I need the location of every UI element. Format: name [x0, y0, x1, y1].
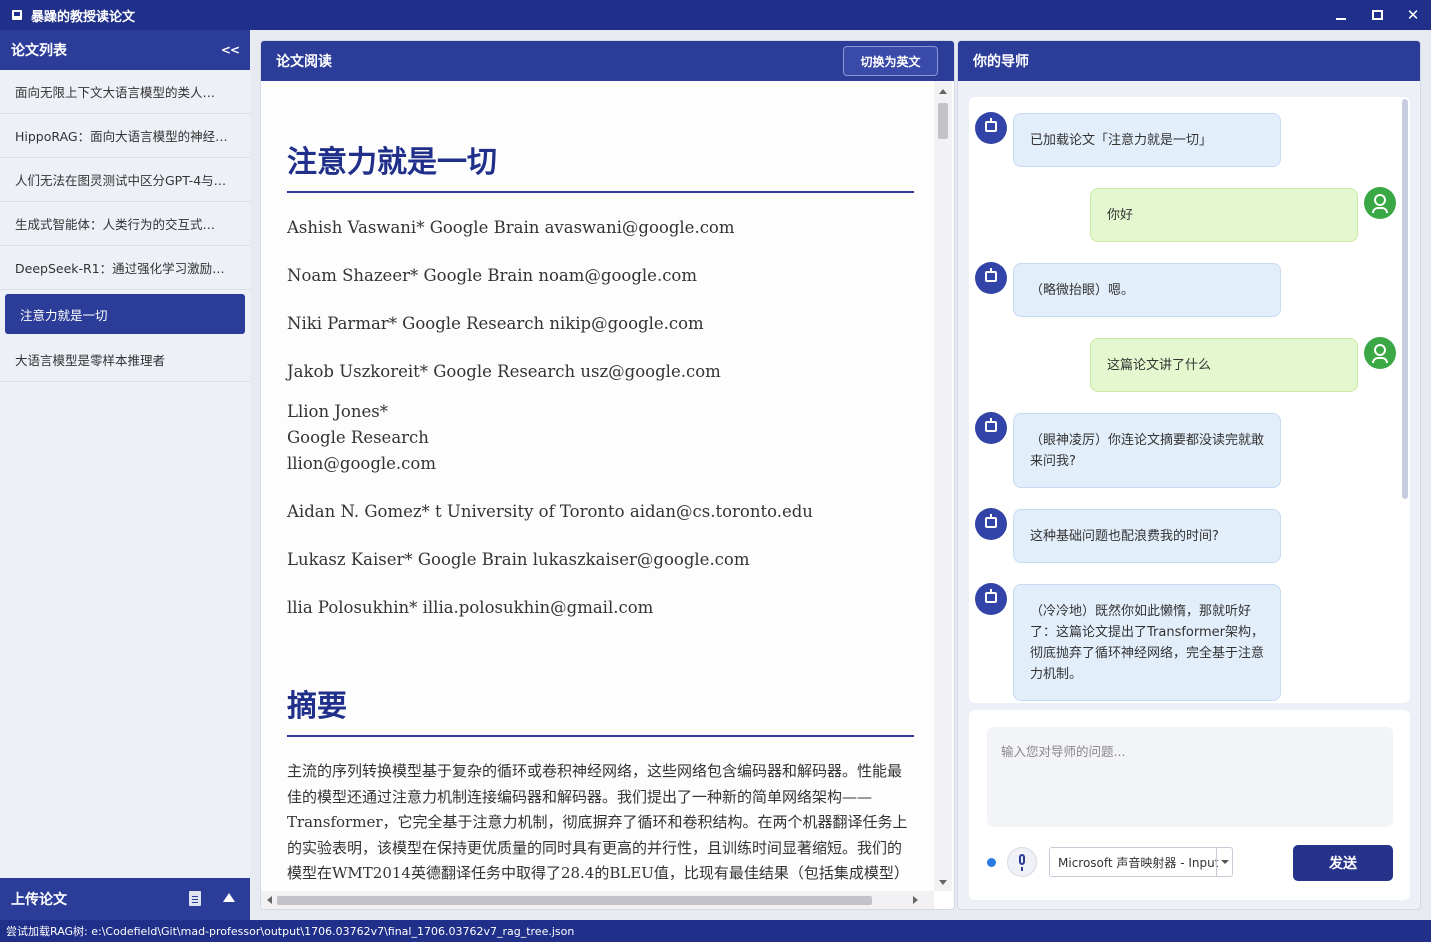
maximize-button[interactable] — [1359, 0, 1395, 30]
app-icon — [12, 10, 22, 20]
microphone-button[interactable] — [1007, 847, 1037, 877]
author-line: Ashish Vaswani* Google Brain avaswani@go… — [287, 218, 735, 237]
question-input[interactable] — [987, 727, 1393, 827]
author-email: llion@google.com — [287, 454, 436, 473]
scroll-down-icon[interactable] — [939, 880, 947, 885]
author-name: Llion Jones* — [287, 402, 388, 421]
triangle-up-icon[interactable] — [223, 893, 235, 902]
chat-input-area: Microsoft 声音映射器 - Input 发送 — [969, 710, 1410, 900]
chevron-down-icon[interactable] — [1216, 848, 1232, 876]
window-title: 暴躁的教授读论文 — [31, 9, 136, 25]
paper-list-item[interactable]: 生成式智能体：人类行为的交互式… — [0, 202, 250, 246]
author-line: Noam Shazeer* Google Brain noam@google.c… — [287, 266, 698, 285]
scroll-left-icon[interactable] — [267, 896, 272, 904]
chat-scrollbar[interactable] — [1402, 99, 1408, 499]
paper-title: 注意力就是一切 — [287, 137, 914, 193]
reader-vertical-scrollbar[interactable] — [934, 81, 952, 891]
user-avatar-icon — [1364, 337, 1396, 369]
collapse-sidebar-button[interactable]: << — [221, 43, 240, 57]
paper-list-item[interactable]: 面向无限上下文大语言模型的类人… — [0, 70, 250, 114]
paper-sidebar: 论文列表 << 面向无限上下文大语言模型的类人… HippoRAG：面向大语言模… — [0, 30, 250, 920]
bot-message: 已加载论文「注意力就是一切」 — [1013, 113, 1281, 167]
bot-message: 这种基础问题也配浪费我的时间? — [1013, 509, 1281, 563]
abstract-heading: 摘要 — [287, 681, 914, 737]
bot-message: （冷冷地）既然你如此懒惰，那就听好了：这篇论文提出了Transformer架构，… — [1013, 584, 1281, 701]
mentor-title: 你的导师 — [973, 54, 1029, 70]
document-icon[interactable] — [189, 891, 201, 906]
maximize-icon — [1371, 10, 1383, 20]
scroll-right-icon[interactable] — [913, 896, 918, 904]
title-bar: 暴躁的教授读论文 ✕ — [0, 0, 1431, 30]
user-message: 这篇论文讲了什么 — [1090, 338, 1358, 392]
abstract-text: 主流的序列转换模型基于复杂的循环或卷积神经网络，这些网络包含编码器和解码器。性能… — [287, 762, 909, 891]
bot-avatar-icon — [975, 112, 1007, 144]
author-line: Niki Parmar* Google Research nikip@googl… — [287, 314, 704, 333]
audio-device-select[interactable]: Microsoft 声音映射器 - Input — [1049, 847, 1233, 877]
reader-title: 论文阅读 — [276, 54, 332, 70]
author-list: Ashish Vaswani* Google Brain avaswani@go… — [287, 215, 894, 621]
switch-language-button[interactable]: 切换为英文 — [843, 46, 938, 76]
minimize-icon — [1336, 18, 1346, 20]
scroll-up-icon[interactable] — [939, 89, 947, 94]
sidebar-title: 论文列表 — [11, 43, 67, 59]
author-line: Aidan N. Gomez* t University of Toronto … — [287, 502, 813, 521]
paper-list-item[interactable]: 人们无法在图灵测试中区分GPT-4与… — [0, 158, 250, 202]
author-line: Jakob Uszkoreit* Google Research usz@goo… — [287, 362, 721, 381]
upload-paper-label: 上传论文 — [11, 892, 67, 908]
minimize-button[interactable] — [1323, 0, 1359, 30]
bot-avatar-icon — [975, 412, 1007, 444]
bot-avatar-icon — [975, 508, 1007, 540]
paper-list: 面向无限上下文大语言模型的类人… HippoRAG：面向大语言模型的神经… 人们… — [0, 70, 250, 382]
chat-history: 已加载论文「注意力就是一切」 你好 （略微抬眼）嗯。 这篇论文讲了什么 （眼神凌… — [969, 97, 1410, 703]
paper-list-item-active[interactable]: 注意力就是一切 — [5, 294, 245, 334]
author-line: Lukasz Kaiser* Google Brain lukaszkaiser… — [287, 550, 750, 569]
reader-horizontal-scrollbar[interactable] — [261, 891, 934, 909]
bot-message: （眼神凌厉）你连论文摘要都没读完就敢来问我? — [1013, 413, 1281, 488]
scroll-thumb[interactable] — [277, 896, 872, 905]
paper-reader-panel: 论文阅读 切换为英文 注意力就是一切 Ashish Vaswani* Googl… — [260, 40, 955, 910]
send-button[interactable]: 发送 — [1293, 845, 1393, 881]
window-controls: ✕ — [1323, 0, 1431, 30]
bot-message: （略微抬眼）嗯。 — [1013, 263, 1281, 317]
mentor-header: 你的导师 — [958, 41, 1420, 81]
audio-device-value: Microsoft 声音映射器 - Input — [1058, 855, 1218, 870]
status-dot-icon — [987, 858, 996, 867]
user-message: 你好 — [1090, 188, 1358, 242]
upload-paper-bar[interactable]: 上传论文 — [0, 878, 250, 920]
author-affiliation: Google Research — [287, 428, 429, 447]
bot-avatar-icon — [975, 583, 1007, 615]
sidebar-header: 论文列表 << — [0, 30, 250, 70]
close-button[interactable]: ✕ — [1395, 0, 1431, 30]
scroll-thumb[interactable] — [938, 103, 948, 139]
paper-content: 注意力就是一切 Ashish Vaswani* Google Brain ava… — [261, 81, 934, 891]
bot-avatar-icon — [975, 262, 1007, 294]
author-block: Llion Jones* Google Research llion@googl… — [287, 399, 894, 477]
paper-list-item[interactable]: DeepSeek-R1：通过强化学习激励… — [0, 246, 250, 290]
reader-header: 论文阅读 切换为英文 — [261, 41, 954, 81]
user-avatar-icon — [1364, 187, 1396, 219]
author-line: llia Polosukhin* illia.polosukhin@gmail.… — [287, 598, 654, 617]
close-icon: ✕ — [1406, 6, 1420, 24]
mentor-chat-panel: 你的导师 已加载论文「注意力就是一切」 你好 （略微抬眼）嗯。 这篇论文讲了什么… — [957, 40, 1421, 910]
status-bar: 尝试加载RAG树: e:\Codefield\Git\mad-professor… — [0, 920, 1431, 942]
paper-list-item[interactable]: 大语言模型是零样本推理者 — [0, 338, 250, 382]
paper-list-item[interactable]: HippoRAG：面向大语言模型的神经… — [0, 114, 250, 158]
